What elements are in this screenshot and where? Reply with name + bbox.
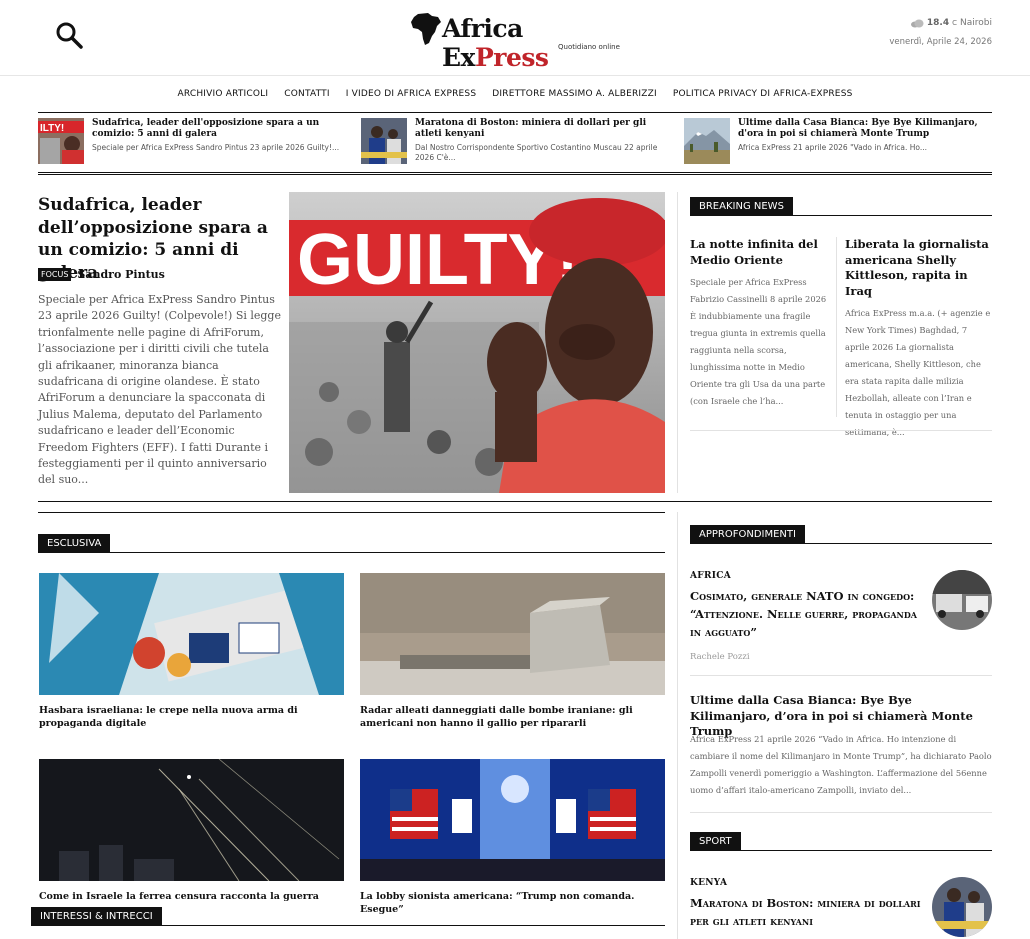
card-caption: Come in Israele la ferrea censura raccon…	[39, 891, 319, 902]
nav-item-direttore[interactable]: DIRETTORE MASSIMO A. ALBERIZZI	[492, 89, 657, 99]
current-date: venerdì, Aprile 24, 2026	[889, 37, 992, 47]
interessi-header: INTERESSI & INTRECCI	[31, 904, 665, 926]
esclusiva-card[interactable]: Come in Israele la ferrea censura raccon…	[39, 759, 344, 903]
breaking-item: La notte infinita del Medio Oriente Spec…	[690, 237, 832, 410]
card-image	[360, 759, 665, 881]
breaking-title[interactable]: Liberata la giornalista americana Shelly…	[845, 237, 993, 299]
ticker-title: Ultime dalla Casa Bianca: Bye Bye Kilima…	[738, 118, 978, 139]
breaking-divider	[836, 237, 837, 417]
ticker-title: Maratona di Boston: miniera di dollari p…	[415, 118, 647, 139]
article-rule	[690, 675, 992, 676]
breaking-item: Liberata la giornalista americana Shelly…	[845, 237, 993, 441]
card-caption: Radar alleati danneggiati dalle bombe ir…	[360, 705, 633, 729]
ticker-excerpt: Africa ExPress 21 aprile 2026 "Vado in A…	[738, 143, 928, 152]
cloud-icon	[910, 19, 924, 27]
nav-item-contatti[interactable]: CONTATTI	[284, 89, 329, 99]
ticker-thumb	[684, 118, 730, 164]
weather-unit: C	[952, 19, 958, 27]
ticker-thumb: ILTY!	[38, 118, 84, 164]
esclusiva-header: ESCLUSIVA	[38, 512, 665, 553]
breaking-news-header: BREAKING NEWS	[690, 194, 992, 216]
weather-city: Nairobi	[960, 18, 992, 28]
sport-title[interactable]: Maratona di Boston: miniera di dollari p…	[690, 894, 925, 930]
esclusiva-label: ESCLUSIVA	[38, 534, 111, 552]
sport-thumb[interactable]	[932, 877, 992, 937]
approfondimenti-title[interactable]: Cosimato, generale NATO in congedo: “Att…	[690, 587, 925, 641]
ticker-thumb	[361, 118, 407, 164]
breaking-title[interactable]: La notte infinita del Medio Oriente	[690, 237, 832, 268]
svg-text:ILTY!: ILTY!	[40, 123, 64, 134]
esclusiva-card[interactable]: La lobby sionista americana: “Trump non …	[360, 759, 665, 916]
top-ticker: ILTY! Sudafrica, leader dell'opposizione…	[38, 112, 992, 175]
card-image	[360, 573, 665, 695]
site-logo[interactable]: Africa ExPress Quotidiano online	[410, 12, 625, 72]
article-category[interactable]: AFRICA	[690, 571, 731, 581]
approfondimenti-header: APPROFONDIMENTI	[690, 522, 992, 544]
breaking-bottom-rule	[690, 430, 992, 431]
ticker-item[interactable]: ILTY! Sudafrica, leader dell'opposizione…	[38, 118, 348, 168]
ticker-title: Sudafrica, leader dell'opposizione spara…	[92, 118, 320, 139]
breaking-excerpt: Africa ExPress m.a.a. (+ agenzie e New Y…	[845, 308, 991, 438]
africa-map-icon	[411, 13, 441, 45]
sport-header: SPORT	[690, 829, 992, 851]
approfondimenti-thumb[interactable]	[932, 570, 992, 630]
esclusiva-card[interactable]: Radar alleati danneggiati dalle bombe ir…	[360, 573, 665, 730]
featured-author[interactable]: Sandro Pintus	[77, 268, 164, 281]
breaking-excerpt: Speciale per Africa ExPress Fabrizio Cas…	[690, 277, 827, 407]
main-nav: ARCHIVIO ARTICOLI CONTATTI I VIDEO DI AF…	[0, 89, 1030, 99]
approfondimenti-second-excerpt: Africa ExPress 21 aprile 2026 “Vado in A…	[690, 734, 992, 795]
ticker-item[interactable]: Maratona di Boston: miniera di dollari p…	[361, 118, 671, 168]
ticker-item[interactable]: Ultime dalla Casa Bianca: Bye Bye Kilima…	[684, 118, 992, 168]
article-author[interactable]: Rachele Pozzi	[690, 652, 750, 662]
breaking-news-label: BREAKING NEWS	[690, 197, 793, 215]
nav-item-archivio[interactable]: ARCHIVIO ARTICOLI	[177, 89, 268, 99]
article-rule	[690, 812, 992, 813]
featured-meta: FOCUS Sandro Pintus	[38, 268, 165, 281]
site-header: Africa ExPress Quotidiano online 18.4 C …	[0, 0, 1030, 76]
featured-image[interactable]: GUILTY!	[289, 192, 665, 493]
logo-tagline: Quotidiano online	[558, 43, 620, 51]
nav-item-privacy[interactable]: POLITICA PRIVACY DI AFRICA-EXPRESS	[673, 89, 853, 99]
nav-item-video[interactable]: I VIDEO DI AFRICA EXPRESS	[346, 89, 477, 99]
sport-label: SPORT	[690, 832, 741, 850]
weather-temp: 18.4	[926, 18, 950, 28]
article-category[interactable]: KENYA	[690, 878, 727, 888]
card-image	[39, 573, 344, 695]
featured-excerpt: Speciale per Africa ExPress Sandro Pintu…	[38, 293, 281, 487]
section-rule	[38, 501, 992, 502]
category-badge[interactable]: FOCUS	[38, 268, 72, 281]
approfondimenti-label: APPROFONDIMENTI	[690, 525, 805, 543]
card-caption: Hasbara israeliana: le crepe nella nuova…	[39, 705, 298, 729]
interessi-label: INTERESSI & INTRECCI	[31, 907, 162, 925]
search-icon[interactable]	[54, 20, 86, 52]
column-divider	[677, 512, 678, 939]
esclusiva-card[interactable]: Hasbara israeliana: le crepe nella nuova…	[39, 573, 344, 730]
ticker-excerpt: Dal Nostro Corrispondente Sportivo Costa…	[415, 143, 658, 162]
weather-widget: 18.4 C Nairobi venerdì, Aprile 24, 2026	[889, 18, 992, 47]
card-image	[39, 759, 344, 881]
column-divider	[677, 192, 678, 493]
ticker-excerpt: Speciale per Africa ExPress Sandro Pintu…	[92, 143, 340, 152]
